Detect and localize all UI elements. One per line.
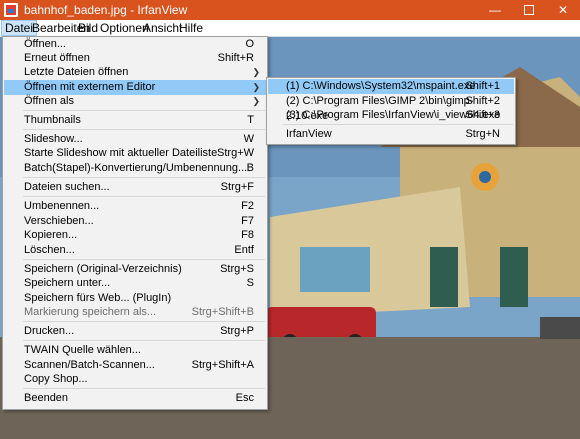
menu-item-copy-shop[interactable]: Copy Shop... [4, 372, 266, 387]
chevron-right-icon: ❯ [252, 96, 260, 106]
close-icon: ✕ [557, 3, 569, 17]
menu-separator [23, 196, 265, 197]
menu-separator [23, 177, 265, 178]
menu-item-kopieren[interactable]: Kopieren... F8 [4, 228, 266, 243]
menu-item-umbenennen[interactable]: Umbenennen... F2 [4, 199, 266, 214]
menu-separator [23, 110, 265, 111]
menu-item-starte-slideshow[interactable]: Starte Slideshow mit aktueller Dateilist… [4, 146, 266, 161]
maximize-button[interactable] [512, 0, 546, 20]
menu-separator [23, 259, 265, 260]
irfanview-app-icon[interactable] [4, 3, 18, 17]
file-menu-dropdown: Öffnen... O Erneut öffnen Shift+R Letzte… [2, 36, 268, 410]
menu-separator [23, 340, 265, 341]
menu-item-dateien-suchen[interactable]: Dateien suchen... Strg+F [4, 180, 266, 195]
menu-item-erneut-oeffnen[interactable]: Erneut öffnen Shift+R [4, 51, 266, 66]
submenu-item-iview64[interactable]: (3) C:\Program Files\IrfanView\i_view64.… [268, 108, 514, 123]
minimize-icon: — [489, 3, 501, 17]
menu-item-slideshow[interactable]: Slideshow... W [4, 132, 266, 147]
external-editor-submenu: (1) C:\Windows\System32\mspaint.exe Shif… [266, 77, 516, 145]
menu-item-batch-konvertierung[interactable]: Batch(Stapel)-Konvertierung/Umbenennung.… [4, 161, 266, 176]
menu-item-beenden[interactable]: Beenden Esc [4, 391, 266, 406]
menu-item-verschieben[interactable]: Verschieben... F7 [4, 214, 266, 229]
menu-separator [283, 124, 513, 125]
menu-item-twain-quelle[interactable]: TWAIN Quelle wählen... [4, 343, 266, 358]
menu-separator [23, 321, 265, 322]
menu-item-scannen[interactable]: Scannen/Batch-Scannen... Strg+Shift+A [4, 358, 266, 373]
menu-item-speichern[interactable]: Speichern (Original-Verzeichnis) Strg+S [4, 262, 266, 277]
menu-hilfe[interactable]: Hilfe [176, 21, 206, 35]
menu-item-letzte-dateien[interactable]: Letzte Dateien öffnen ❯ [4, 65, 266, 80]
menu-separator [23, 129, 265, 130]
menu-item-oeffnen[interactable]: Öffnen... O [4, 37, 266, 52]
submenu-item-mspaint[interactable]: (1) C:\Windows\System32\mspaint.exe Shif… [268, 79, 514, 94]
menu-item-speichern-web[interactable]: Speichern fürs Web... (PlugIn) [4, 291, 266, 306]
menu-bar: Datei Bearbeiten Bild Optionen Ansicht H… [0, 20, 580, 37]
chevron-right-icon: ❯ [252, 67, 260, 77]
window-title: bahnhof_baden.jpg - IrfanView [24, 3, 188, 17]
menu-separator [23, 388, 265, 389]
submenu-item-irfanview[interactable]: IrfanView Strg+N [268, 127, 514, 142]
close-button[interactable]: ✕ [546, 0, 580, 20]
chevron-right-icon: ❯ [252, 82, 260, 92]
menu-item-loeschen[interactable]: Löschen... Entf [4, 243, 266, 258]
minimize-button[interactable]: — [478, 0, 512, 20]
menu-item-thumbnails[interactable]: Thumbnails T [4, 113, 266, 128]
submenu-item-gimp[interactable]: (2) C:\Program Files\GIMP 2\bin\gimp-2.1… [268, 94, 514, 122]
menu-item-speichern-unter[interactable]: Speichern unter... S [4, 276, 266, 291]
maximize-icon [524, 5, 534, 15]
menu-item-oeffnen-als[interactable]: Öffnen als ❯ [4, 94, 266, 109]
title-bar: bahnhof_baden.jpg - IrfanView — ✕ [0, 0, 580, 20]
menu-item-externer-editor[interactable]: Öffnen mit externem Editor ❯ [4, 80, 266, 95]
menu-item-markierung-speichern[interactable]: Markierung speichern als... Strg+Shift+B [4, 305, 266, 320]
menu-item-drucken[interactable]: Drucken... Strg+P [4, 324, 266, 339]
